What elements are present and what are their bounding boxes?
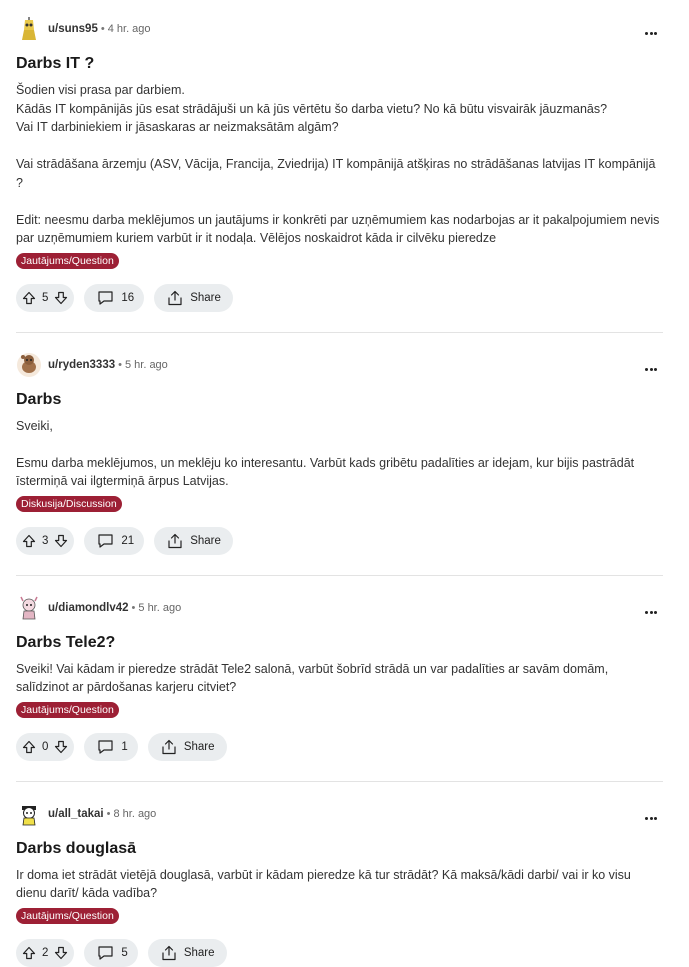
- post[interactable]: u/ryden3333 • 5 hr. ago Darbs Sveiki, Es…: [16, 349, 663, 555]
- flair-badge[interactable]: Jautājums/Question: [16, 701, 119, 718]
- comment-count: 16: [121, 291, 135, 304]
- post-actions: 0 1 Share: [16, 732, 663, 761]
- share-label: Share: [183, 946, 215, 959]
- post-actions: 3 21 Share: [16, 526, 663, 555]
- upvote-icon[interactable]: [22, 291, 36, 305]
- upvote-icon[interactable]: [22, 740, 36, 754]
- comments-button[interactable]: 5: [84, 938, 138, 967]
- share-button[interactable]: Share: [147, 732, 227, 761]
- timestamp: 8 hr. ago: [113, 807, 157, 820]
- more-options-icon[interactable]: [645, 601, 661, 615]
- upvote-icon[interactable]: [22, 534, 36, 548]
- share-button[interactable]: Share: [147, 938, 227, 967]
- downvote-icon[interactable]: [54, 291, 68, 305]
- share-icon: [167, 290, 183, 306]
- post-title[interactable]: Darbs douglasā: [16, 840, 663, 858]
- username[interactable]: u/diamondlv42: [48, 602, 129, 614]
- share-label: Share: [183, 740, 215, 753]
- post-body: Šodien visi prasa par darbiem. Kādās IT …: [16, 83, 660, 245]
- post[interactable]: u/all_takai • 8 hr. ago Darbs douglasā I…: [16, 798, 663, 967]
- upvote-icon[interactable]: [22, 946, 36, 960]
- post-header: u/diamondlv42 • 5 hr. ago: [16, 592, 663, 624]
- comments-button[interactable]: 21: [84, 526, 145, 555]
- vote-count: 5: [42, 291, 49, 304]
- post-actions: 5 16 Share: [16, 283, 663, 312]
- timestamp: 4 hr. ago: [107, 23, 151, 35]
- username[interactable]: u/ryden3333: [48, 359, 115, 371]
- username[interactable]: u/all_takai: [48, 808, 104, 820]
- downvote-icon[interactable]: [54, 946, 68, 960]
- share-button[interactable]: Share: [154, 283, 233, 312]
- post-header: u/suns95 • 4 hr. ago: [16, 13, 663, 45]
- share-button[interactable]: Share: [154, 526, 233, 555]
- post-body: Ir doma iet strādāt vietējā douglasā, va…: [16, 867, 631, 901]
- divider: [16, 780, 663, 782]
- flair-badge[interactable]: Jautājums/Question: [16, 907, 119, 924]
- share-icon: [161, 945, 177, 961]
- comments-button[interactable]: 16: [84, 283, 145, 312]
- comment-count: 5: [121, 946, 128, 959]
- avatar[interactable]: [16, 352, 42, 378]
- share-label: Share: [190, 291, 221, 304]
- post-title[interactable]: Darbs: [16, 391, 663, 409]
- comment-icon: [97, 290, 114, 305]
- vote-control: 5: [16, 283, 75, 312]
- avatar[interactable]: [16, 16, 42, 42]
- more-options-icon[interactable]: [645, 22, 661, 36]
- comment-count: 21: [121, 534, 135, 547]
- timestamp: 5 hr. ago: [124, 358, 168, 371]
- post-body: Sveiki! Vai kādam ir pieredze strādāt Te…: [16, 661, 609, 695]
- comments-button[interactable]: 1: [84, 732, 138, 761]
- comment-icon: [97, 945, 114, 960]
- post[interactable]: u/suns95 • 4 hr. ago Darbs IT ? Šodien v…: [16, 13, 663, 312]
- vote-count: 3: [42, 534, 49, 547]
- more-options-icon[interactable]: [645, 358, 661, 372]
- post-body: Sveiki, Esmu darba meklējumos, un meklēj…: [16, 418, 635, 489]
- downvote-icon[interactable]: [54, 534, 68, 548]
- downvote-icon[interactable]: [54, 740, 68, 754]
- post-actions: 2 5 Share: [16, 938, 663, 967]
- comment-icon: [97, 739, 114, 754]
- flair-badge[interactable]: Diskusija/Discussion: [16, 495, 122, 512]
- divider: [16, 574, 663, 576]
- username[interactable]: u/suns95: [48, 23, 98, 35]
- share-icon: [167, 533, 183, 549]
- post-title[interactable]: Darbs Tele2?: [16, 634, 663, 652]
- vote-control: 0: [16, 732, 75, 761]
- vote-control: 3: [16, 526, 75, 555]
- timestamp: 5 hr. ago: [138, 601, 182, 614]
- avatar[interactable]: [16, 595, 42, 621]
- comment-icon: [97, 533, 114, 548]
- post[interactable]: u/diamondlv42 • 5 hr. ago Darbs Tele2? S…: [16, 592, 663, 761]
- divider: [16, 331, 663, 333]
- post-title[interactable]: Darbs IT ?: [16, 55, 663, 73]
- avatar[interactable]: [16, 801, 42, 827]
- comment-count: 1: [121, 740, 128, 753]
- post-header: u/ryden3333 • 5 hr. ago: [16, 349, 663, 381]
- flair-badge[interactable]: Jautājums/Question: [16, 252, 119, 269]
- post-header: u/all_takai • 8 hr. ago: [16, 798, 663, 830]
- vote-count: 2: [42, 946, 49, 959]
- share-label: Share: [190, 534, 221, 547]
- share-icon: [161, 739, 177, 755]
- vote-control: 2: [16, 938, 75, 967]
- more-options-icon[interactable]: [645, 807, 661, 821]
- vote-count: 0: [42, 740, 49, 753]
